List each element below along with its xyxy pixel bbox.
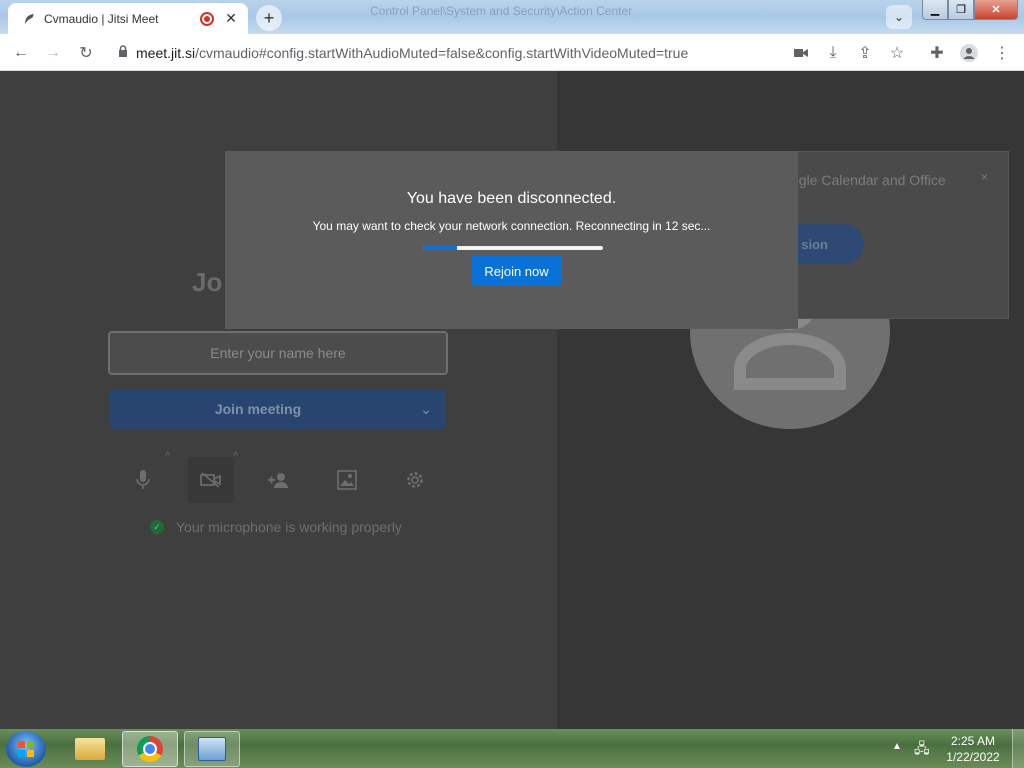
mic-status-text: Your microphone is working properly xyxy=(176,519,402,535)
lock-icon xyxy=(118,45,128,60)
feather-icon xyxy=(22,12,36,26)
disconnected-dialog: You have been disconnected. You may want… xyxy=(225,151,798,329)
prejoin-controls: ^ ^ xyxy=(120,451,438,503)
window-minimize-button[interactable]: ▁ xyxy=(922,0,948,20)
microphone-icon xyxy=(136,470,150,489)
url-text: meet.jit.si/cvmaudio#config.startWithAud… xyxy=(136,44,689,61)
new-tab-button[interactable]: + xyxy=(256,5,282,31)
reload-button[interactable]: ↻ xyxy=(73,40,99,66)
back-button[interactable]: ← xyxy=(8,40,34,66)
chrome-icon xyxy=(137,736,163,762)
window-close-button[interactable]: ✕ xyxy=(974,0,1018,20)
tab-title: Cvmaudio | Jitsi Meet xyxy=(44,11,159,26)
background-window-title: Control Panel\System and Security\Action… xyxy=(370,4,633,18)
camera-icon[interactable] xyxy=(788,40,814,66)
network-icon[interactable]: 🖧 xyxy=(914,738,930,762)
notification-text: ogle Calendar and Office xyxy=(791,172,946,188)
windows-taskbar: ▲ 🖧 2:25 AM 1/22/2022 xyxy=(0,729,1024,768)
camera-toggle-button[interactable]: ^ xyxy=(188,451,238,503)
extensions-puzzle-icon[interactable]: ✚ xyxy=(924,40,950,66)
menu-kebab-icon[interactable]: ⋮ xyxy=(989,40,1015,66)
start-button[interactable] xyxy=(6,731,46,767)
show-desktop-button[interactable] xyxy=(1012,729,1024,768)
virtual-background-button[interactable] xyxy=(324,457,370,503)
address-bar[interactable]: meet.jit.si/cvmaudio#config.startWithAud… xyxy=(110,38,780,67)
control-panel-icon xyxy=(198,737,226,761)
microphone-button[interactable]: ^ xyxy=(120,451,170,503)
join-meeting-button[interactable]: Join meeting ⌄ xyxy=(110,389,446,429)
browser-tab[interactable]: Cvmaudio | Jitsi Meet ✕ xyxy=(8,3,248,34)
name-input[interactable] xyxy=(108,331,448,375)
chrome-taskbar-button[interactable] xyxy=(122,731,178,767)
invite-button[interactable] xyxy=(256,457,302,503)
add-person-icon xyxy=(268,473,288,488)
folder-icon xyxy=(75,738,105,760)
clock-date: 1/22/2022 xyxy=(946,750,1000,764)
browser-tab-strip: Control Panel\System and Security\Action… xyxy=(0,0,1024,34)
clock-time: 2:25 AM xyxy=(950,734,996,748)
prejoin-title: Jo xyxy=(192,267,223,297)
file-explorer-taskbar-button[interactable] xyxy=(62,731,118,767)
check-icon: ✓ xyxy=(150,520,164,534)
dialog-message: You may want to check your network conne… xyxy=(312,219,711,233)
system-clock[interactable]: 2:25 AM 1/22/2022 xyxy=(940,733,1006,765)
rejoin-now-button[interactable]: Rejoin now xyxy=(472,256,561,286)
reconnect-progress-bar xyxy=(423,246,603,250)
recording-dot-icon xyxy=(200,11,214,26)
control-panel-taskbar-button[interactable] xyxy=(184,731,240,767)
forward-button[interactable]: → xyxy=(40,40,66,66)
bookmark-star-icon[interactable]: ☆ xyxy=(884,40,910,66)
chevron-up-icon[interactable]: ^ xyxy=(165,451,170,462)
tray-expand-icon[interactable]: ▲ xyxy=(892,741,902,752)
mic-status: ✓ Your microphone is working properly xyxy=(150,519,402,535)
profile-icon[interactable] xyxy=(956,40,982,66)
dialog-title: You have been disconnected. xyxy=(406,190,617,207)
tab-close-icon[interactable]: ✕ xyxy=(222,10,240,27)
camera-off-icon xyxy=(200,472,221,488)
tab-search-button[interactable]: ⌄ xyxy=(886,5,912,29)
chevron-down-icon[interactable]: ⌄ xyxy=(406,401,446,418)
window-maximize-button[interactable]: ❐ xyxy=(948,0,974,20)
browser-toolbar: ← → ↻ meet.jit.si/cvmaudio#config.startW… xyxy=(0,34,1024,71)
gear-icon xyxy=(407,472,423,488)
join-meeting-label: Join meeting xyxy=(214,401,302,417)
settings-button[interactable] xyxy=(392,457,438,503)
share-icon[interactable]: ⇪ xyxy=(852,40,878,66)
chevron-up-icon[interactable]: ^ xyxy=(233,451,238,462)
close-icon[interactable]: × xyxy=(981,170,988,184)
reconnect-progress-fill xyxy=(423,246,458,250)
install-icon[interactable]: ⤓ xyxy=(820,40,846,66)
windows-logo-icon xyxy=(18,741,34,757)
image-icon xyxy=(337,470,357,490)
